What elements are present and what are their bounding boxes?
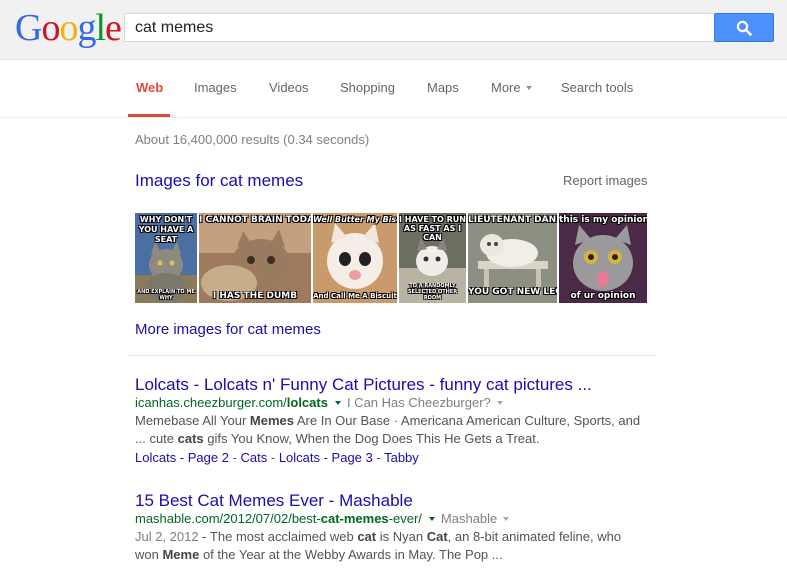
image-thumbnail[interactable]: LIEUTENANT DAN! YOU GOT NEW LEGS!: [468, 213, 557, 303]
logo-letter: e: [105, 7, 122, 49]
thumb-caption-bottom: TO A RANDOMLY SELECTED OTHER ROOM: [407, 283, 458, 301]
sitelinks: Lolcats - Page 2 - Cats - Lolcats - Page…: [135, 450, 419, 465]
more-images-link[interactable]: More images for cat memes: [135, 321, 321, 338]
active-tab-indicator: [128, 114, 170, 117]
thumb-caption-top: this is my opinion: [559, 215, 647, 225]
thumb-caption-bottom: YOU GOT NEW LEGS!: [468, 287, 557, 297]
result-stats: About 16,400,000 results (0.34 seconds): [135, 132, 370, 147]
search-input[interactable]: [125, 14, 695, 41]
images-block-title[interactable]: Images for cat memes: [135, 171, 303, 191]
snippet-bold: Cat: [426, 529, 448, 544]
result-sub-link[interactable]: Mashable: [441, 511, 497, 526]
thumb-caption-top: WHY DON'T YOU HAVE A SEAT: [138, 215, 194, 244]
thumb-caption-bottom: of ur opinion: [570, 291, 636, 301]
sitelink[interactable]: Tabby: [384, 450, 419, 465]
thumb-caption-bottom: AND EXPLAIN TO ME WHY: [137, 289, 195, 301]
logo-letter: o: [41, 7, 60, 49]
dropdown-arrow-icon[interactable]: [334, 400, 341, 405]
snippet-text: ... cute: [135, 431, 178, 446]
result-url: icanhas.cheezburger.com/lolcats I Can Has…: [135, 395, 503, 410]
result-title-link[interactable]: Lolcats - Lolcats n' Funny Cat Pictures …: [135, 375, 592, 395]
logo-letter: g: [77, 7, 96, 49]
snippet-text: is Nyan: [376, 529, 427, 544]
thumb-caption-top: Well Butter My Biscuit: [313, 215, 397, 224]
tab-shopping[interactable]: Shopping: [340, 80, 395, 95]
dropdown-arrow-icon[interactable]: [428, 516, 435, 521]
result-url-text: icanhas.cheezburger.com/: [135, 395, 287, 410]
logo-letter: l: [95, 7, 106, 49]
snippet-text: won: [135, 547, 163, 562]
divider: [128, 355, 656, 356]
thumb-caption-top: LIEUTENANT DAN!: [468, 215, 557, 225]
top-bar: Google: [0, 0, 787, 60]
sitelink[interactable]: Lolcats - Page 3: [279, 450, 373, 465]
tab-images[interactable]: Images: [194, 80, 237, 95]
image-thumbnail[interactable]: I HAVE TO RUN AS FAST AS I CAN TO A RAND…: [399, 213, 466, 303]
tab-more[interactable]: More: [491, 80, 532, 95]
result-snippet: Jul 2, 2012 - The most acclaimed web cat…: [135, 528, 655, 564]
logo-letter: o: [59, 7, 78, 49]
tab-search-tools[interactable]: Search tools: [561, 80, 633, 95]
sitelink[interactable]: Cats: [241, 450, 268, 465]
chevron-down-icon: [525, 85, 532, 90]
snippet-text: gifs You Know, When the Dog Does This He…: [203, 431, 540, 446]
snippet-text: Memebase All Your: [135, 413, 250, 428]
search-box: [124, 13, 714, 42]
result-url-bold: lolcats: [286, 395, 328, 410]
result-url-text: -ever/: [388, 511, 422, 526]
result-title-link[interactable]: 15 Best Cat Memes Ever - Mashable: [135, 491, 413, 511]
report-images-link[interactable]: Report images: [563, 173, 648, 188]
thumb-caption-bottom: I HAS THE DUMB: [212, 291, 298, 301]
snippet-text: - The most acclaimed web: [198, 529, 358, 544]
sitelink[interactable]: Lolcats - Page 2: [135, 450, 229, 465]
image-thumbnail[interactable]: this is my opinion of ur opinion: [559, 213, 647, 303]
result-url-text: mashable.com/2012/07/02/best-: [135, 511, 321, 526]
cat-image: [313, 213, 397, 303]
search-button[interactable]: [714, 13, 774, 42]
chevron-down-icon[interactable]: [496, 400, 503, 405]
image-thumbnail[interactable]: I CANNOT BRAIN TODAY I HAS THE DUMB: [199, 213, 311, 303]
logo-letter: G: [15, 7, 42, 49]
image-thumbnail[interactable]: Well Butter My Biscuit And Call Me A Bis…: [313, 213, 397, 303]
result-url-bold: cat-memes: [320, 511, 389, 526]
result-snippet: Memebase All Your Memes Are In Our Base …: [135, 412, 655, 448]
snippet-bold: Memes: [249, 413, 294, 428]
snippet-text: , an 8-bit animated feline, who: [447, 529, 622, 544]
result-url: mashable.com/2012/07/02/best-cat-memes-e…: [135, 511, 510, 526]
tab-maps[interactable]: Maps: [427, 80, 459, 95]
snippet-bold: cats: [177, 431, 204, 446]
cat-image: [559, 213, 647, 303]
thumb-caption-bottom: And Call Me A Biscuit: [313, 292, 397, 300]
thumb-caption-top: I CANNOT BRAIN TODAY: [199, 215, 311, 225]
tab-videos[interactable]: Videos: [269, 80, 309, 95]
tab-more-label: More: [491, 80, 521, 95]
chevron-down-icon[interactable]: [503, 516, 510, 521]
snippet-bold: Meme: [162, 547, 200, 562]
snippet-bold: cat: [357, 529, 377, 544]
search-icon: [736, 20, 752, 36]
search-tabs: Web Images Videos Shopping Maps More Sea…: [0, 60, 787, 118]
thumb-caption-top: I HAVE TO RUN AS FAST AS I CAN: [399, 215, 466, 242]
snippet-text: of the Year at the Webby Awards in May. …: [199, 547, 503, 562]
result-date: Jul 2, 2012: [135, 529, 199, 544]
result-sub-link[interactable]: I Can Has Cheezburger?: [347, 395, 491, 410]
snippet-text: Are In Our Base · Americana American Cul…: [293, 413, 641, 428]
tab-web[interactable]: Web: [136, 80, 163, 95]
image-thumbnail[interactable]: WHY DON'T YOU HAVE A SEAT AND EXPLAIN TO…: [135, 213, 197, 303]
cat-image: [199, 213, 311, 303]
google-logo[interactable]: Google: [15, 7, 122, 49]
